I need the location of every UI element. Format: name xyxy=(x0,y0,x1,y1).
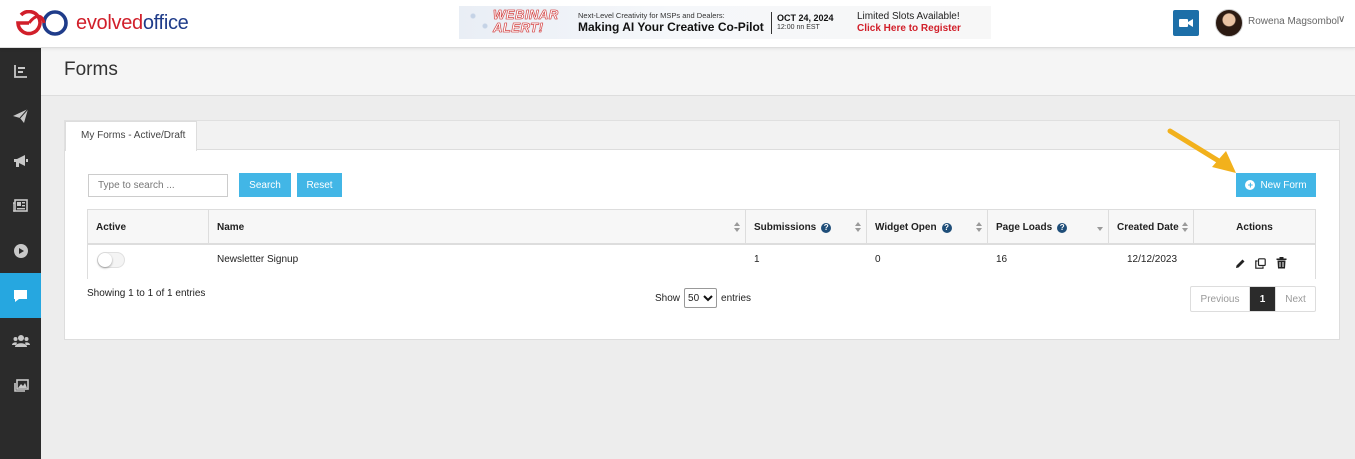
sidebar-item-media[interactable] xyxy=(0,363,41,408)
sidebar-item-dashboard[interactable] xyxy=(0,48,41,93)
paper-plane-icon xyxy=(13,108,28,123)
pagination: Previous 1 Next xyxy=(1190,286,1316,312)
tab-my-forms-active-draft[interactable]: My Forms - Active/Draft xyxy=(65,121,197,151)
video-camera-icon xyxy=(1179,19,1193,27)
user-menu-chevron-icon[interactable]: ∨ xyxy=(1338,14,1345,25)
sort-icon xyxy=(976,222,983,233)
current-page-button[interactable]: 1 xyxy=(1250,287,1275,311)
sidebar-item-forms[interactable] xyxy=(0,273,41,318)
chat-bubble-icon xyxy=(14,289,27,302)
help-icon[interactable]: ? xyxy=(941,223,952,233)
row-active-cell xyxy=(88,246,209,279)
row-name[interactable]: Newsletter Signup xyxy=(209,246,746,279)
page-size-control: Show 50 entries xyxy=(655,288,751,308)
trash-icon xyxy=(1276,257,1286,269)
tab-strip xyxy=(64,120,1340,150)
row-created-date: 12/12/2023 xyxy=(1127,254,1178,265)
column-header-created-date[interactable]: Created Date xyxy=(1109,210,1194,244)
banner-time: 12:00 nn EST xyxy=(777,24,820,31)
copy-icon xyxy=(1254,257,1266,269)
pencil-icon xyxy=(1235,259,1244,268)
banner-subtitle: Next-Level Creativity for MSPs and Deale… xyxy=(578,11,725,20)
evolvedoffice-logo[interactable]: evolvedoffice xyxy=(16,10,189,36)
delete-button[interactable] xyxy=(1274,256,1288,270)
column-header-active[interactable]: Active xyxy=(88,210,209,244)
newspaper-icon xyxy=(13,199,28,212)
megaphone-icon xyxy=(14,154,28,167)
help-icon[interactable]: ? xyxy=(821,223,832,233)
entries-label: entries xyxy=(721,292,752,304)
sort-icon xyxy=(1182,222,1189,233)
banner-date: OCT 24, 2024 xyxy=(777,13,834,23)
search-button[interactable]: Search xyxy=(239,173,291,197)
show-label: Show xyxy=(655,292,681,304)
user-avatar[interactable] xyxy=(1215,9,1243,37)
page-header: Forms xyxy=(41,48,1355,96)
duplicate-button[interactable] xyxy=(1253,256,1267,270)
banner-register-link[interactable]: Click Here to Register xyxy=(857,23,961,34)
row-widget-open: 0 xyxy=(875,254,881,265)
column-header-name[interactable]: Name xyxy=(209,210,746,244)
reset-button[interactable]: Reset xyxy=(297,173,342,197)
active-toggle[interactable] xyxy=(97,252,125,268)
sidebar-item-videos[interactable] xyxy=(0,228,41,273)
entries-info: Showing 1 to 1 of 1 entries xyxy=(87,288,206,299)
previous-page-button[interactable]: Previous xyxy=(1191,287,1250,311)
new-form-label: New Form xyxy=(1260,179,1307,191)
search-input[interactable] xyxy=(88,174,228,197)
page-size-select[interactable]: 50 xyxy=(684,288,718,308)
logo-text: evolvedoffice xyxy=(76,11,189,34)
column-header-widget-open[interactable]: Widget Open? xyxy=(867,210,988,244)
banner-alert: WEBINAR ALERT! xyxy=(493,7,559,35)
top-header: evolvedoffice WEBINAR ALERT! Next-Level C… xyxy=(0,0,1355,48)
forms-table: Active Name Submissions? Widget Open? Pa… xyxy=(87,209,1316,279)
video-call-button[interactable] xyxy=(1173,10,1199,36)
play-circle-icon xyxy=(13,243,28,258)
table-header: Active Name Submissions? Widget Open? Pa… xyxy=(88,210,1315,245)
users-icon xyxy=(11,335,30,347)
row-submissions: 1 xyxy=(754,254,760,265)
banner-decoration xyxy=(463,6,495,39)
sidebar-item-announcements[interactable] xyxy=(0,138,41,183)
edit-button[interactable] xyxy=(1233,256,1247,270)
next-page-button[interactable]: Next xyxy=(1275,287,1315,311)
sidebar xyxy=(0,48,41,459)
page-title: Forms xyxy=(64,59,118,80)
dashboard-chart-icon xyxy=(13,64,27,78)
chevron-down-icon xyxy=(703,295,713,302)
sidebar-item-contacts[interactable] xyxy=(0,318,41,363)
toggle-knob xyxy=(98,253,112,267)
column-header-submissions[interactable]: Submissions? xyxy=(746,210,867,244)
column-header-page-loads[interactable]: Page Loads? xyxy=(988,210,1109,244)
sidebar-item-newsletters[interactable] xyxy=(0,183,41,228)
logo-mark-icon xyxy=(16,10,68,36)
banner-title: Making AI Your Creative Co-Pilot xyxy=(578,20,764,34)
banner-separator xyxy=(771,12,772,34)
help-icon[interactable]: ? xyxy=(1057,223,1068,233)
page-size-value: 50 xyxy=(688,292,700,304)
user-name[interactable]: Rowena Magsombol xyxy=(1248,16,1339,27)
pointer-arrow-icon xyxy=(1167,128,1236,173)
row-page-loads: 16 xyxy=(996,254,1008,265)
banner-slots: Limited Slots Available! xyxy=(857,11,960,22)
sidebar-item-campaigns[interactable] xyxy=(0,93,41,138)
images-icon xyxy=(13,378,29,392)
sort-icon xyxy=(734,222,741,233)
sort-icon xyxy=(855,222,862,233)
table-row: Newsletter Signup 1 0 16 12/12/2023 xyxy=(88,246,1315,279)
webinar-banner[interactable]: WEBINAR ALERT! Next-Level Creativity for … xyxy=(459,6,991,39)
column-header-actions: Actions xyxy=(1236,222,1273,233)
sort-desc-icon xyxy=(1097,222,1104,233)
